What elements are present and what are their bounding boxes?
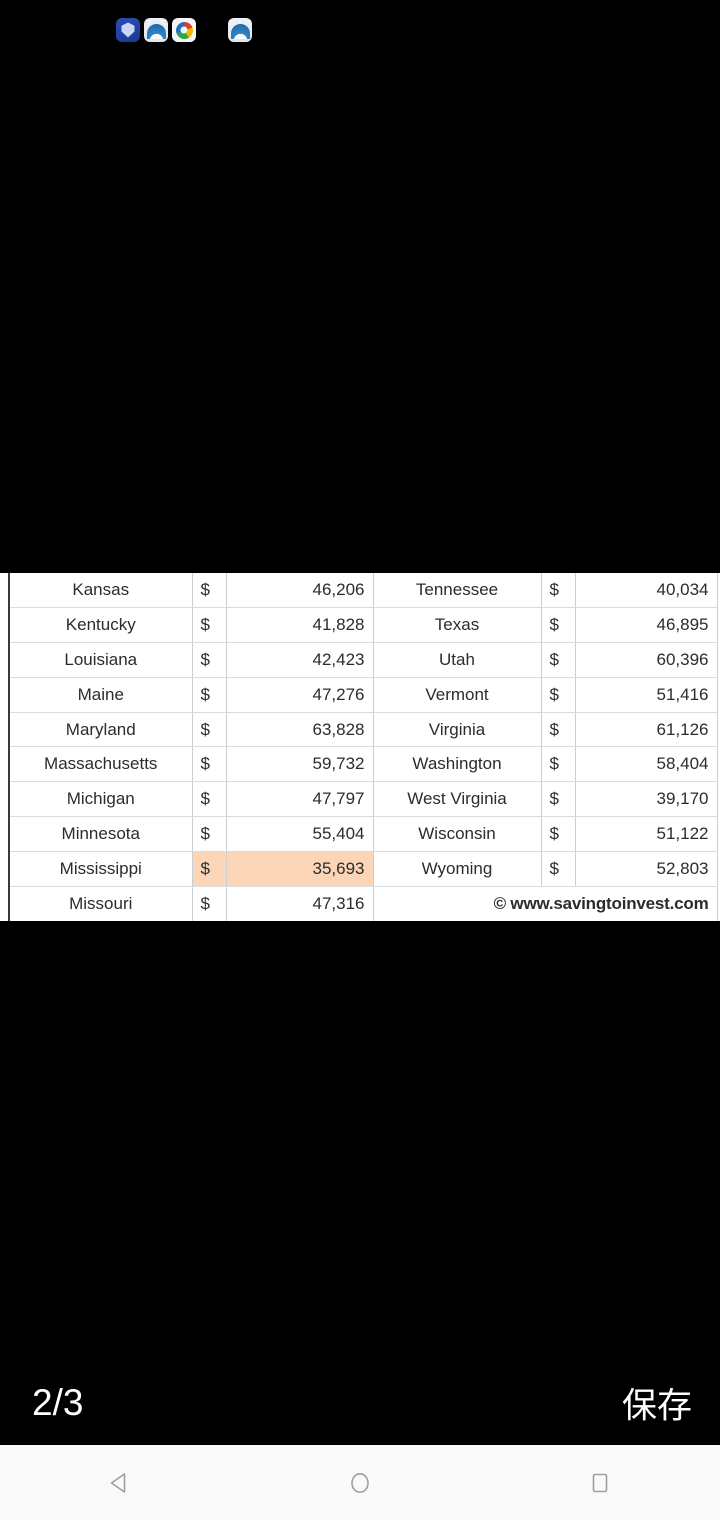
source-watermark: © www.savingtoinvest.com — [373, 886, 718, 921]
cell-symbol-right: $ — [541, 816, 576, 852]
cell-value-left: 63,828 — [226, 712, 374, 748]
arch-glyph-2 — [230, 24, 250, 39]
cell-value-right: 58,404 — [575, 746, 718, 783]
cell-value-right: 51,416 — [575, 677, 718, 713]
table-row: Maryland $ 63,828 Virginia $ 61,126 — [10, 712, 718, 748]
cell-value-left: 55,404 — [226, 816, 374, 852]
cell-state-left: Maine — [10, 677, 193, 713]
notification-icon-tray — [116, 18, 256, 42]
cell-state-left: Maryland — [10, 712, 193, 748]
page-indicator: 2/3 — [32, 1381, 84, 1423]
cell-state-left: Kansas — [10, 573, 193, 609]
cell-value-left: 46,206 — [226, 573, 374, 609]
cell-symbol-left: $ — [192, 573, 227, 609]
cell-symbol-left: $ — [192, 642, 227, 678]
cell-value-left-highlighted: 35,693 — [226, 851, 374, 887]
table-body: Kansas $ 46,206 Tennessee $ 40,034 Kentu… — [10, 573, 718, 921]
image-viewer-content[interactable]: Kansas $ 46,206 Tennessee $ 40,034 Kentu… — [0, 573, 720, 921]
cell-symbol-left: $ — [192, 886, 227, 921]
table-row: Michigan $ 47,797 West Virginia $ 39,170 — [10, 781, 718, 818]
cell-state-left: Missouri — [10, 886, 193, 921]
cell-symbol-left: $ — [192, 746, 227, 783]
table-row: Kansas $ 46,206 Tennessee $ 40,034 — [10, 573, 718, 609]
table-row: Massachusetts $ 59,732 Washington $ 58,4… — [10, 746, 718, 783]
cell-state-right: Virginia — [373, 712, 542, 748]
cell-symbol-right: $ — [541, 573, 576, 609]
data-table: Kansas $ 46,206 Tennessee $ 40,034 Kentu… — [10, 573, 718, 921]
cell-state-right: Tennessee — [373, 573, 542, 609]
icon-spacer — [200, 18, 228, 42]
table-row-highlighted: Mississippi $ 35,693 Wyoming $ 52,803 — [10, 851, 718, 887]
back-triangle-icon — [110, 1472, 126, 1493]
color-wheel-icon — [172, 18, 196, 42]
shield-icon — [116, 18, 140, 42]
arch-glyph — [146, 24, 166, 39]
table-row: Minnesota $ 55,404 Wisconsin $ 51,122 — [10, 816, 718, 852]
status-bar — [0, 0, 720, 58]
arch-app-icon-2 — [228, 18, 252, 42]
cell-state-right: West Virginia — [373, 781, 542, 818]
cell-symbol-left: $ — [192, 781, 227, 818]
home-circle-icon — [351, 1472, 369, 1493]
arch-app-icon — [144, 18, 168, 42]
cell-value-right: 52,803 — [575, 851, 718, 887]
cell-value-right: 51,122 — [575, 816, 718, 852]
cell-state-left: Michigan — [10, 781, 193, 818]
cell-value-left: 41,828 — [226, 607, 374, 644]
cell-symbol-left: $ — [192, 816, 227, 852]
cell-value-right: 60,396 — [575, 642, 718, 678]
cell-state-left: Massachusetts — [10, 746, 193, 783]
cell-symbol-left: $ — [192, 712, 227, 748]
color-wheel-glyph — [175, 21, 193, 39]
back-button[interactable] — [72, 1445, 168, 1520]
cell-symbol-right: $ — [541, 712, 576, 748]
cell-state-right: Wisconsin — [373, 816, 542, 852]
cell-state-left: Kentucky — [10, 607, 193, 644]
cell-value-right: 40,034 — [575, 573, 718, 609]
cell-symbol-left-highlighted: $ — [192, 851, 227, 887]
cell-state-left: Mississippi — [10, 851, 193, 887]
cell-symbol-right: $ — [541, 781, 576, 818]
cell-value-left: 42,423 — [226, 642, 374, 678]
cell-symbol-right: $ — [541, 677, 576, 713]
table-row-footer: Missouri $ 47,316 © www.savingtoinvest.c… — [10, 886, 718, 921]
cell-state-right: Washington — [373, 746, 542, 783]
cell-state-left: Minnesota — [10, 816, 193, 852]
save-button[interactable]: 保存 — [622, 1377, 692, 1428]
cell-symbol-right: $ — [541, 746, 576, 783]
cell-symbol-right: $ — [541, 607, 576, 644]
cell-state-right: Texas — [373, 607, 542, 644]
recents-button[interactable] — [552, 1445, 648, 1520]
shield-glyph — [121, 22, 135, 38]
cell-symbol-left: $ — [192, 607, 227, 644]
state-income-table: Kansas $ 46,206 Tennessee $ 40,034 Kentu… — [8, 573, 718, 921]
cell-state-right: Vermont — [373, 677, 542, 713]
home-button[interactable] — [312, 1445, 408, 1520]
cell-value-right: 61,126 — [575, 712, 718, 748]
table-row: Louisiana $ 42,423 Utah $ 60,396 — [10, 642, 718, 678]
cell-state-left: Louisiana — [10, 642, 193, 678]
cell-state-right: Utah — [373, 642, 542, 678]
cell-value-left: 59,732 — [226, 746, 374, 783]
cell-value-right: 39,170 — [575, 781, 718, 818]
table-row: Kentucky $ 41,828 Texas $ 46,895 — [10, 607, 718, 644]
cell-state-right: Wyoming — [373, 851, 542, 887]
viewer-bottom-bar: 2/3 保存 — [0, 1360, 720, 1445]
cell-value-right: 46,895 — [575, 607, 718, 644]
cell-symbol-right: $ — [541, 642, 576, 678]
cell-value-left: 47,276 — [226, 677, 374, 713]
recents-square-icon — [592, 1473, 608, 1492]
cell-value-left: 47,316 — [226, 886, 374, 921]
android-navigation-bar — [0, 1445, 720, 1520]
table-row: Maine $ 47,276 Vermont $ 51,416 — [10, 677, 718, 713]
cell-symbol-right: $ — [541, 851, 576, 887]
cell-value-left: 47,797 — [226, 781, 374, 818]
cell-symbol-left: $ — [192, 677, 227, 713]
